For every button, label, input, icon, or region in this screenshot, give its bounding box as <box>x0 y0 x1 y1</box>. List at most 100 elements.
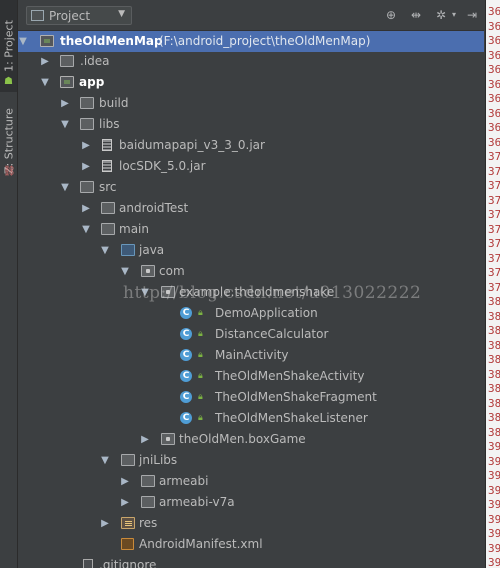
target-icon[interactable]: ⊕ <box>384 8 398 22</box>
folder-icon <box>141 496 155 508</box>
project-tree: ▼ theOldMenMap (F:\android_project\theOl… <box>18 31 484 568</box>
chevron-down-icon[interactable]: ▼ <box>140 282 150 303</box>
tree-row[interactable]: ▼ src <box>18 177 484 198</box>
manifest-file-icon <box>121 538 134 550</box>
tree-row[interactable]: ▶ theOldMen.boxGame <box>18 429 484 450</box>
editor-line-gutter: 36 36 36 36 36 36 36 36 36 36 37 37 37 37 37 37 37 37 37 37… <box>485 0 500 568</box>
class-icon: C <box>180 307 192 319</box>
chevron-down-icon[interactable]: ▼ <box>81 219 91 240</box>
line-number: 39 <box>488 469 500 482</box>
tree-row[interactable]: ▼ java <box>18 240 484 261</box>
line-number: 36 <box>488 19 500 33</box>
class-icon: C <box>180 370 192 382</box>
tree-row[interactable]: C 🔒︎ TheOldMenShakeFragment <box>18 387 484 408</box>
module-folder-icon <box>40 35 54 47</box>
tree-item-label: androidTest <box>119 201 189 215</box>
line-number: 36 <box>488 34 500 47</box>
tree-item-label: theOldMen.boxGame <box>179 432 306 446</box>
folder-icon <box>80 118 94 130</box>
chevron-right-icon[interactable]: ▶ <box>120 471 130 492</box>
chevron-down-icon[interactable]: ▼ <box>60 177 70 198</box>
chevron-down-icon[interactable]: ▼ <box>40 72 50 93</box>
module-folder-icon <box>60 76 74 88</box>
chevron-right-icon[interactable]: ▶ <box>81 156 91 177</box>
tree-row[interactable]: ▼ jniLibs <box>18 450 484 471</box>
tree-row[interactable]: ▶ armeabi-v7a <box>18 492 484 513</box>
chevron-down-icon: ▼ <box>118 9 125 19</box>
tree-row[interactable]: C 🔒︎ TheOldMenShakeListener <box>18 408 484 429</box>
class-icon: C <box>180 349 192 361</box>
class-icon: C <box>180 391 192 403</box>
chevron-down-icon[interactable]: ▼ <box>60 114 70 135</box>
chevron-right-icon[interactable]: ▶ <box>40 51 50 72</box>
chevron-right-icon[interactable]: ▶ <box>81 135 91 156</box>
chevron-right-icon[interactable]: ▶ <box>60 93 70 114</box>
tree-row[interactable]: ▼ example.theoldmenshake <box>18 282 484 303</box>
tree-row[interactable]: ▼ main <box>18 219 484 240</box>
tab-project[interactable]: 1: Project ☗ <box>0 0 17 92</box>
hide-icon[interactable]: ⇥ <box>465 8 479 22</box>
line-number: 37 <box>488 208 500 221</box>
tree-item-label: libs <box>99 117 120 131</box>
lock-icon: 🔒︎ <box>198 392 203 402</box>
tree-item-label: jniLibs <box>139 453 178 467</box>
chevron-down-icon[interactable]: ▼ <box>18 31 28 52</box>
view-selector-label: Project <box>49 9 91 23</box>
line-number: 38 <box>488 367 500 381</box>
gear-caret-icon[interactable]: ▾ <box>447 8 461 22</box>
tree-row[interactable]: ▶ build <box>18 93 484 114</box>
tree-row[interactable]: C 🔒︎ TheOldMenShakeActivity <box>18 366 484 387</box>
tree-item-label: .idea <box>80 54 110 68</box>
tree-row[interactable]: AndroidManifest.xml <box>18 534 484 555</box>
chevron-right-icon[interactable]: ▶ <box>140 429 150 450</box>
split-icon[interactable]: ⇹ <box>409 8 423 22</box>
tree-item-label: main <box>119 222 149 236</box>
chevron-right-icon[interactable]: ▶ <box>120 492 130 513</box>
tree-row[interactable]: ▶ armeabi <box>18 471 484 492</box>
tree-row[interactable]: ▼ com <box>18 261 484 282</box>
root-project-path: (F:\android_project\theOldMenMap) <box>159 34 371 48</box>
tree-row[interactable]: C 🔒︎ DistanceCalculator <box>18 324 484 345</box>
line-number: 37 <box>488 150 500 163</box>
line-number: 38 <box>488 295 500 308</box>
chevron-right-icon[interactable]: ▶ <box>81 198 91 219</box>
tree-row[interactable]: ▶ locSDK_5.0.jar <box>18 156 484 177</box>
line-number: 37 <box>488 251 500 265</box>
tree-row[interactable]: ▼ app <box>18 72 484 93</box>
tree-root-row[interactable]: ▼ theOldMenMap (F:\android_project\theOl… <box>18 31 484 52</box>
line-number: 38 <box>488 338 500 352</box>
gear-icon[interactable]: ✲ <box>434 8 448 22</box>
tab-structure[interactable]: Z: Structure ⛓ <box>0 100 17 182</box>
tree-row[interactable]: ▶ baidumapapi_v3_3_0.jar <box>18 135 484 156</box>
line-number: 36 <box>488 77 500 91</box>
project-view-icon <box>31 10 44 21</box>
tree-item-label: TheOldMenShakeFragment <box>215 390 377 404</box>
tree-row[interactable]: ▶ res <box>18 513 484 534</box>
tree-row[interactable]: ▼ libs <box>18 114 484 135</box>
tree-item-label: locSDK_5.0.jar <box>119 159 206 173</box>
chevron-down-icon[interactable]: ▼ <box>100 450 110 471</box>
line-number: 38 <box>488 353 500 366</box>
chevron-down-icon[interactable]: ▼ <box>120 261 130 282</box>
tree-item-label: MainActivity <box>215 348 289 362</box>
line-number: 37 <box>488 193 500 207</box>
chevron-right-icon[interactable]: ▶ <box>100 513 110 534</box>
lock-icon: 🔒︎ <box>198 329 203 339</box>
tree-item-label: armeabi-v7a <box>159 495 235 509</box>
tree-item-label: com <box>159 264 185 278</box>
view-selector-dropdown[interactable]: Project ▼ <box>26 6 132 25</box>
tree-item-label: armeabi <box>159 474 209 488</box>
line-number: 38 <box>488 396 500 410</box>
tree-row[interactable]: ▶ androidTest <box>18 198 484 219</box>
tree-row[interactable]: .gitignore <box>18 555 484 568</box>
lock-icon: 🔒︎ <box>198 350 203 360</box>
folder-icon <box>80 97 94 109</box>
line-number: 39 <box>488 512 500 526</box>
tree-row[interactable]: C 🔒︎ DemoApplication <box>18 303 484 324</box>
tree-row[interactable]: ▶ .idea <box>18 51 484 72</box>
line-number: 38 <box>488 382 500 395</box>
tree-item-label: DistanceCalculator <box>215 327 329 341</box>
line-number: 36 <box>488 5 500 18</box>
chevron-down-icon[interactable]: ▼ <box>100 240 110 261</box>
tree-row[interactable]: C 🔒︎ MainActivity <box>18 345 484 366</box>
